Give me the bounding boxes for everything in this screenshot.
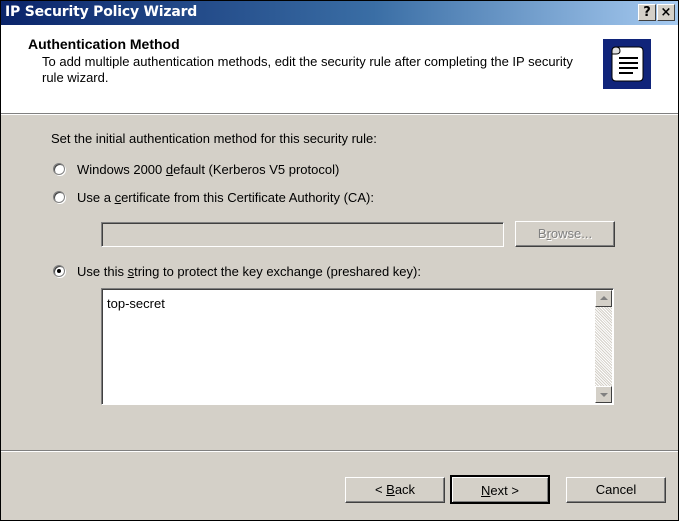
- radio-kerberos[interactable]: Windows 2000 default (Kerberos V5 protoc…: [53, 159, 339, 179]
- instruction-label: Set the initial authentication method fo…: [51, 131, 377, 146]
- next-button[interactable]: Next >: [450, 475, 550, 504]
- close-button[interactable]: ×: [657, 4, 675, 21]
- cancel-button[interactable]: Cancel: [566, 477, 666, 503]
- back-button[interactable]: < Back: [345, 477, 445, 503]
- title-bar[interactable]: IP Security Policy Wizard ? ×: [1, 1, 678, 25]
- radio-preshared-key-label: Use this string to protect the key excha…: [77, 263, 421, 279]
- header-divider: [1, 113, 678, 115]
- preshared-key-value[interactable]: top-secret: [107, 296, 165, 311]
- radio-certificate[interactable]: Use a certificate from this Certificate …: [53, 187, 374, 207]
- preshared-key-textarea[interactable]: top-secret: [101, 288, 614, 405]
- scroll-document-icon: [603, 39, 651, 89]
- scroll-down-button[interactable]: [595, 386, 612, 403]
- scroll-up-button[interactable]: [595, 290, 612, 307]
- browse-button: Browse...: [515, 221, 615, 247]
- help-button[interactable]: ?: [638, 4, 656, 21]
- wizard-window: IP Security Policy Wizard ? × Authentica…: [0, 0, 679, 521]
- radio-certificate-label: Use a certificate from this Certificate …: [77, 189, 374, 205]
- radio-button-icon[interactable]: [53, 163, 65, 175]
- window-title: IP Security Policy Wizard: [5, 4, 198, 20]
- radio-button-checked-icon[interactable]: [53, 265, 65, 277]
- page-title: Authentication Method: [28, 36, 180, 52]
- arrow-down-icon: [600, 393, 608, 397]
- vertical-scrollbar[interactable]: [595, 290, 612, 403]
- radio-preshared-key[interactable]: Use this string to protect the key excha…: [53, 261, 421, 281]
- ca-name-field: [101, 222, 504, 247]
- wizard-header: Authentication Method To add multiple au…: [1, 25, 678, 113]
- arrow-up-icon: [600, 296, 608, 300]
- page-description: To add multiple authentication methods, …: [42, 54, 573, 85]
- radio-kerberos-label: Windows 2000 default (Kerberos V5 protoc…: [77, 161, 340, 177]
- footer-divider: [1, 450, 678, 452]
- radio-button-icon[interactable]: [53, 191, 65, 203]
